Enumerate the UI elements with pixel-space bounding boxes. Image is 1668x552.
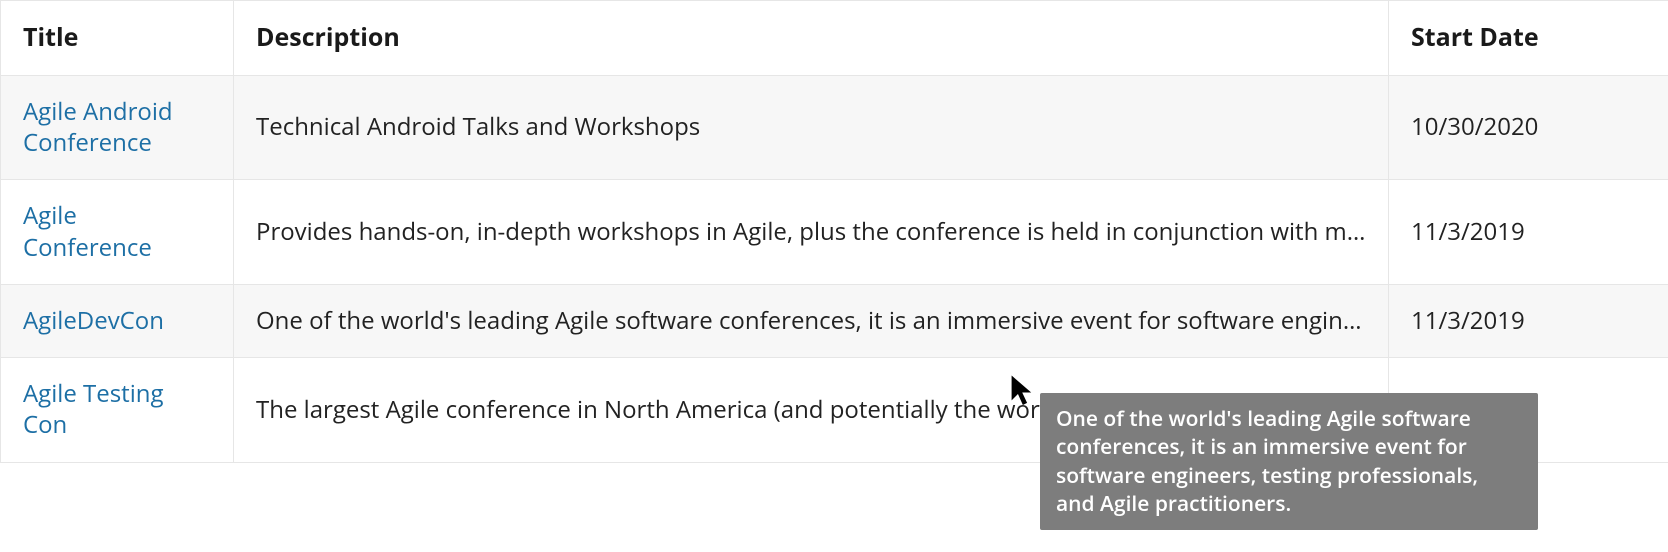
column-header-start-date[interactable]: Start Date xyxy=(1389,1,1668,76)
event-start-date: 11/3/2019 xyxy=(1389,180,1668,285)
event-title-link[interactable]: Agile Conference xyxy=(23,200,211,262)
event-title-link[interactable]: Agile Android Conference xyxy=(23,96,211,158)
description-tooltip: One of the world's leading Agile softwar… xyxy=(1040,393,1538,530)
table-row: Agile Android Conference Technical Andro… xyxy=(1,75,1668,180)
table-row: Agile Conference Provides hands-on, in-d… xyxy=(1,180,1668,285)
event-title-link[interactable]: Agile Testing Con xyxy=(23,378,211,440)
table-row: AgileDevCon One of the world's leading A… xyxy=(1,284,1668,357)
event-description: One of the world's leading Agile softwar… xyxy=(234,284,1389,357)
table-header-row: Title Description Start Date xyxy=(1,1,1668,76)
event-description: Provides hands-on, in-depth workshops in… xyxy=(234,180,1389,285)
event-description: Technical Android Talks and Workshops xyxy=(234,75,1389,180)
event-start-date: 10/30/2020 xyxy=(1389,75,1668,180)
column-header-title[interactable]: Title xyxy=(1,1,234,76)
event-title-link[interactable]: AgileDevCon xyxy=(23,305,164,336)
column-header-description[interactable]: Description xyxy=(234,1,1389,76)
event-start-date: 11/3/2019 xyxy=(1389,284,1668,357)
